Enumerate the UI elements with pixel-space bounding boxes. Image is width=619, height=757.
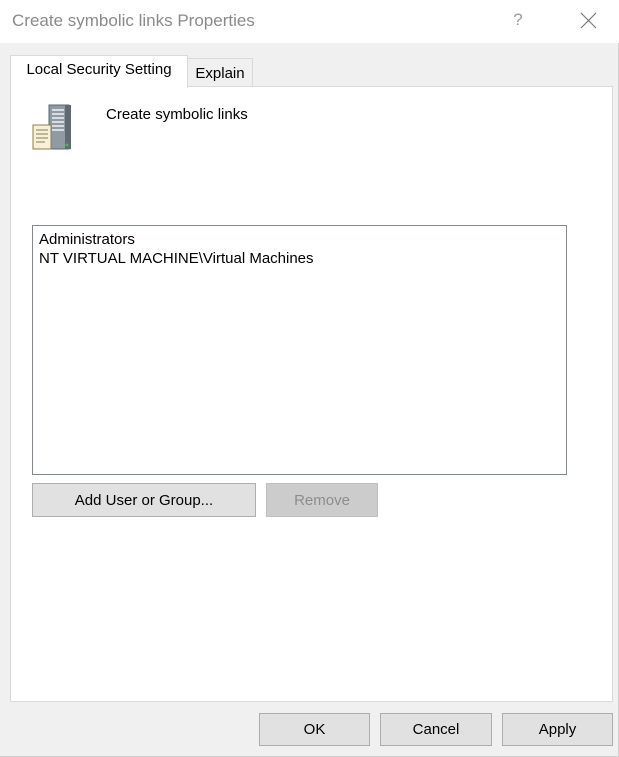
server-document-icon [32, 104, 71, 150]
add-user-or-group-button[interactable]: Add User or Group... [32, 483, 256, 517]
tab-label: Explain [195, 64, 245, 82]
window-title: Create symbolic links Properties [12, 11, 255, 30]
tab-label: Local Security Setting [26, 60, 172, 78]
help-icon: ? [513, 10, 523, 29]
cancel-button[interactable]: Cancel [380, 713, 492, 746]
help-button[interactable]: ? [500, 3, 536, 37]
remove-button[interactable]: Remove [266, 483, 378, 517]
members-list[interactable]: Administrators NT VIRTUAL MACHINE\Virtua… [32, 225, 567, 475]
properties-dialog: Create symbolic links Properties ? Local… [0, 0, 619, 757]
title-bar[interactable]: Create symbolic links Properties ? [0, 0, 619, 43]
close-icon [580, 12, 596, 28]
ok-button[interactable]: OK [259, 713, 370, 746]
apply-button[interactable]: Apply [502, 713, 613, 746]
tab-local-security-setting[interactable]: Local Security Setting [10, 55, 188, 88]
policy-name: Create symbolic links [106, 106, 248, 123]
tab-panel: Create symbolic links Administrators NT … [10, 86, 613, 702]
list-item[interactable]: NT VIRTUAL MACHINE\Virtual Machines [39, 249, 560, 268]
close-button[interactable] [570, 3, 606, 37]
list-item[interactable]: Administrators [39, 230, 560, 249]
tab-explain[interactable]: Explain [187, 58, 253, 87]
